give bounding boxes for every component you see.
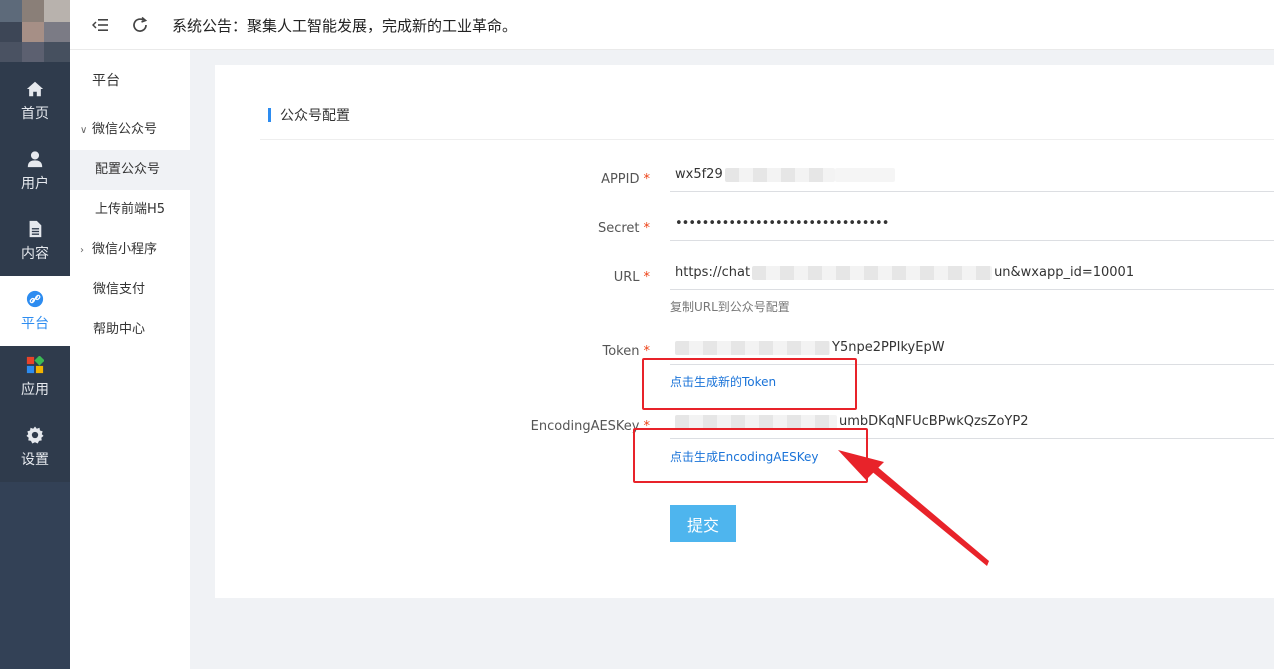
submenu-item-upload-h5[interactable]: 上传前端H5 bbox=[70, 190, 190, 230]
rail-item-label: 用户 bbox=[21, 175, 49, 192]
platform-submenu: 平台 ∨ 微信公众号 配置公众号 上传前端H5 › 微信小程序 微信支付 帮助中心 bbox=[70, 50, 190, 669]
apps-icon bbox=[26, 355, 44, 373]
submenu-item-label: 配置公众号 bbox=[95, 162, 161, 177]
submenu-item-label: 微信公众号 bbox=[92, 122, 158, 137]
url-copy-hint: 复制URL到公众号配置 bbox=[670, 300, 790, 314]
config-card: 公众号配置 APPID * wx5f29 Secret * ••••••••••••… bbox=[215, 65, 1274, 598]
rail-item-content[interactable]: 内容 bbox=[0, 206, 70, 276]
link-icon bbox=[26, 290, 44, 307]
secret-value: •••••••••••••••••••••••••••••••• bbox=[675, 216, 889, 231]
secret-label-text: Secret bbox=[597, 221, 640, 236]
system-notice: 系统公告：聚集人工智能发展，完成新的工业革命。 bbox=[172, 17, 518, 35]
submenu-item-label: 上传前端H5 bbox=[95, 202, 166, 217]
refresh-icon[interactable] bbox=[131, 16, 149, 34]
secret-input[interactable]: •••••••••••••••••••••••••••••••• bbox=[670, 207, 1274, 241]
required-mark: * bbox=[643, 172, 651, 187]
card-title: 公众号配置 bbox=[268, 105, 350, 125]
token-label: Token * bbox=[450, 344, 651, 359]
url-label-text: URL bbox=[613, 270, 640, 285]
rail-item-label: 内容 bbox=[21, 245, 49, 262]
menu-fold-icon[interactable] bbox=[92, 16, 110, 34]
document-icon bbox=[29, 220, 42, 237]
required-mark: * bbox=[643, 221, 651, 236]
redacted-area bbox=[834, 167, 895, 182]
submenu-item-help-center[interactable]: 帮助中心 bbox=[70, 310, 190, 350]
submenu-item-label: 帮助中心 bbox=[93, 322, 146, 337]
rail-item-label: 平台 bbox=[21, 315, 49, 332]
chevron-down-icon: ∨ bbox=[80, 125, 88, 136]
submenu-title: 平台 bbox=[92, 73, 120, 89]
divider bbox=[260, 139, 1274, 140]
url-label: URL * bbox=[450, 270, 650, 285]
aeskey-value: umbDKqNFUcBPwkQzsZoYP2 bbox=[839, 414, 1029, 429]
submenu-item-label: 微信小程序 bbox=[92, 242, 158, 257]
submenu-group-wechat-official[interactable]: ∨ 微信公众号 bbox=[70, 110, 190, 150]
rail-item-label: 首页 bbox=[21, 105, 49, 122]
required-mark: * bbox=[643, 344, 651, 359]
secret-label: Secret * bbox=[450, 221, 650, 236]
rail-item-platform[interactable]: 平台 bbox=[0, 276, 70, 346]
rail-item-label: 设置 bbox=[21, 451, 49, 468]
annotation-box-token bbox=[642, 358, 857, 410]
aeskey-label-text: EncodingAESKey bbox=[530, 419, 640, 434]
rail-item-settings[interactable]: 设置 bbox=[0, 412, 70, 482]
main-nav-rail: 首页 用户 内容 平台 应用 设置 bbox=[0, 0, 70, 669]
home-icon bbox=[26, 81, 44, 96]
redacted-area bbox=[752, 265, 993, 280]
url-input[interactable]: https://chat un&wxapp_id=10001 bbox=[670, 256, 1274, 290]
url-value-start: https://chat bbox=[675, 265, 751, 280]
redacted-area bbox=[724, 167, 835, 182]
appid-label: APPID * bbox=[450, 172, 650, 187]
chevron-right-icon: › bbox=[80, 245, 84, 256]
submenu-group-wechat-miniprogram[interactable]: › 微信小程序 bbox=[70, 230, 190, 270]
rail-item-user[interactable]: 用户 bbox=[0, 136, 70, 206]
submenu-item-label: 微信支付 bbox=[93, 282, 146, 297]
aeskey-label: EncodingAESKey * bbox=[450, 419, 650, 434]
rail-item-home[interactable]: 首页 bbox=[0, 66, 70, 136]
token-value: Y5npe2PPIkyEpW bbox=[832, 340, 945, 355]
submenu-item-wechat-pay[interactable]: 微信支付 bbox=[70, 270, 190, 310]
redacted-area bbox=[675, 340, 830, 355]
avatar[interactable] bbox=[0, 0, 70, 62]
submenu-item-config-official[interactable]: 配置公众号 bbox=[70, 150, 190, 190]
annotation-box-aeskey bbox=[633, 428, 868, 483]
appid-input[interactable]: wx5f29 bbox=[670, 158, 1274, 192]
required-mark: * bbox=[643, 270, 651, 285]
submit-button[interactable]: 提交 bbox=[670, 505, 736, 542]
rail-item-label: 应用 bbox=[21, 381, 49, 398]
rail-item-apps[interactable]: 应用 bbox=[0, 342, 70, 412]
redacted-area bbox=[675, 414, 837, 429]
appid-value: wx5f29 bbox=[675, 167, 723, 182]
token-label-text: Token bbox=[602, 344, 640, 359]
top-header: 系统公告：聚集人工智能发展，完成新的工业革命。 bbox=[70, 0, 1274, 50]
url-value-end: un&wxapp_id=10001 bbox=[994, 265, 1135, 280]
gear-icon bbox=[26, 425, 44, 444]
rail-footer bbox=[0, 482, 70, 669]
appid-label-text: APPID bbox=[601, 172, 640, 187]
user-icon bbox=[27, 150, 43, 167]
